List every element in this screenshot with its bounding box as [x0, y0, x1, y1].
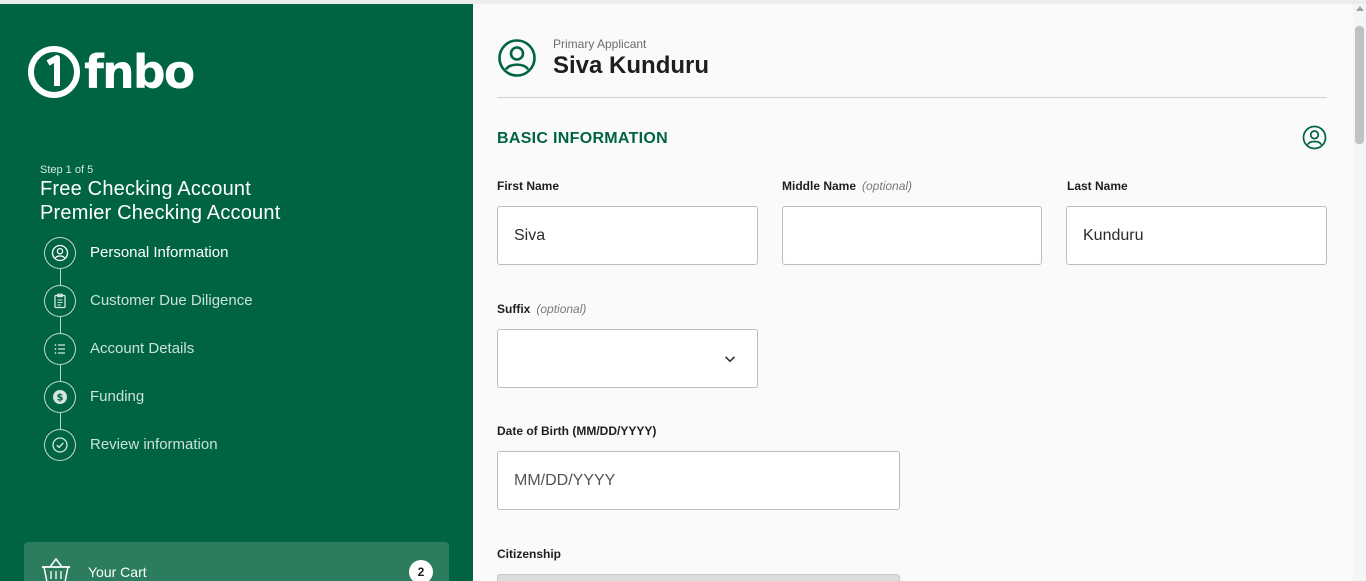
section-title: BASIC INFORMATION: [497, 130, 669, 147]
scroll-thumb[interactable]: [1355, 26, 1364, 144]
first-name-label: First Name: [497, 179, 560, 193]
header-divider: [497, 97, 1327, 98]
first-name-input[interactable]: Siva: [497, 206, 758, 265]
step-connector: [59, 365, 61, 381]
user-circle-icon: [498, 39, 536, 77]
step-label: Customer Due Diligence: [90, 292, 253, 309]
main-content: Primary Applicant Siva Kunduru BASIC INF…: [473, 4, 1353, 581]
optional-hint: (optional): [536, 302, 587, 316]
step-connector: [59, 413, 61, 429]
step-label: Account Details: [90, 340, 195, 357]
dob-label: Date of Birth (MM/DD/YYYY): [497, 424, 657, 438]
suffix-label: Suffix (optional): [497, 302, 587, 316]
page-scrollbar[interactable]: [1353, 4, 1366, 581]
step-personal-information[interactable]: Personal Information: [44, 237, 253, 285]
suffix-select[interactable]: [497, 329, 758, 388]
fnbo-logo-mark-icon: [28, 46, 80, 98]
applicant-role: Primary Applicant: [553, 37, 647, 51]
applicant-name: Siva Kunduru: [553, 52, 710, 79]
step-label: Review information: [90, 436, 218, 453]
step-connector: [59, 269, 61, 285]
step-counter: Step 1 of 5: [40, 164, 94, 176]
scroll-up-arrow-icon[interactable]: [1356, 6, 1364, 11]
check-circle-icon: [44, 429, 76, 461]
citizenship-label: Citizenship: [497, 547, 562, 561]
step-review-information[interactable]: Review information: [44, 429, 253, 477]
fnbo-logo[interactable]: fnbo: [28, 45, 195, 99]
clipboard-icon: [44, 285, 76, 317]
user-circle-icon: [1302, 125, 1327, 150]
cart-label: Your Cart: [88, 564, 147, 580]
citizenship-select[interactable]: [497, 574, 900, 581]
optional-hint: (optional): [862, 179, 913, 193]
dollar-icon: $: [44, 381, 76, 413]
step-label: Funding: [90, 388, 145, 405]
product-name: Premier Checking Account: [40, 202, 281, 224]
progress-steps: Personal Information Customer Due Dilige…: [44, 237, 253, 477]
user-circle-icon: [44, 237, 76, 269]
step-customer-due-diligence[interactable]: Customer Due Diligence: [44, 285, 253, 333]
step-label: Personal Information: [90, 244, 229, 261]
chevron-down-icon: [724, 356, 736, 363]
dob-input[interactable]: MM/DD/YYYY: [497, 451, 900, 510]
step-account-details[interactable]: Account Details: [44, 333, 253, 381]
step-funding[interactable]: $ Funding: [44, 381, 253, 429]
your-cart-button[interactable]: Your Cart 2: [24, 542, 449, 581]
middle-name-input[interactable]: [782, 206, 1042, 265]
basket-icon: [42, 557, 70, 581]
fnbo-logo-text: fnbo: [84, 45, 195, 99]
step-connector: [59, 317, 61, 333]
middle-name-label: Middle Name (optional): [782, 179, 913, 193]
product-name: Free Checking Account: [40, 178, 251, 200]
sidebar: fnbo Step 1 of 5 Free Checking Account P…: [0, 4, 473, 581]
svg-text:$: $: [57, 393, 64, 404]
last-name-label: Last Name: [1067, 179, 1128, 193]
last-name-input[interactable]: Kunduru: [1066, 206, 1327, 265]
cart-count-badge: 2: [409, 560, 433, 581]
list-icon: [44, 333, 76, 365]
